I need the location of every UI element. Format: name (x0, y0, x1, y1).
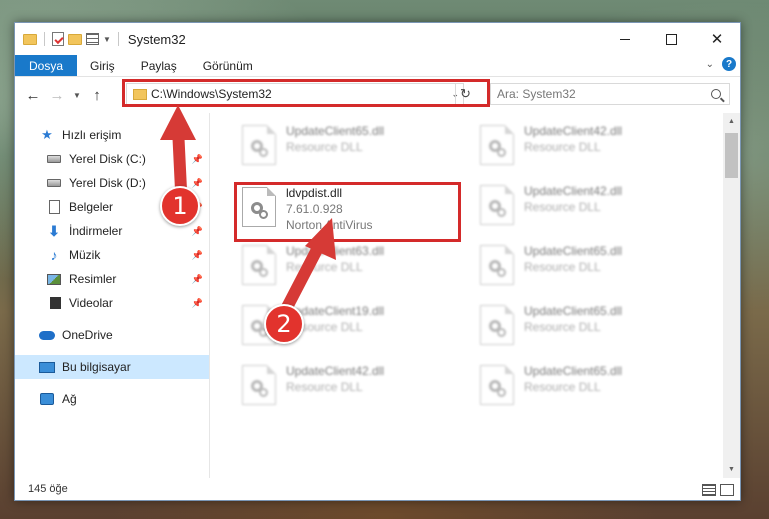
step-badge-1: 1 (160, 186, 200, 226)
step-badge-2: 2 (264, 304, 304, 344)
arrow-to-address-bar (160, 105, 196, 196)
arrow-to-file (277, 218, 336, 321)
annotation-overlay (160, 105, 336, 321)
